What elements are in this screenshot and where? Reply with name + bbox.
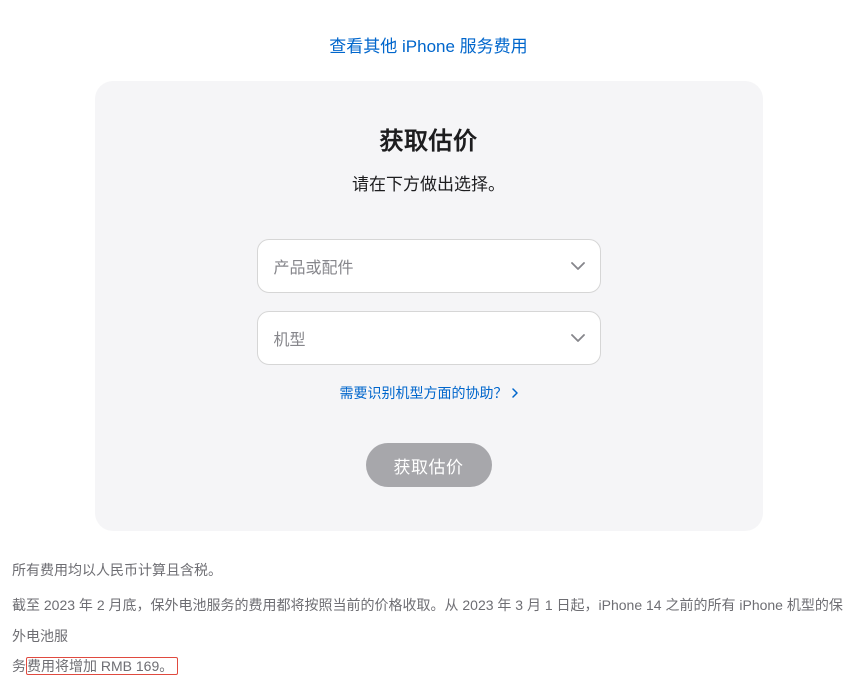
footer-note-1: 所有费用均以人民币计算且含税。 <box>12 555 845 586</box>
product-select-wrapper: 产品或配件 <box>257 239 601 293</box>
footer-note-2-part1: 截至 2023 年 2 月底，保外电池服务的费用都将按照当前的价格收取。从 20… <box>12 597 843 644</box>
card-title: 获取估价 <box>155 121 703 156</box>
identify-model-help-link[interactable]: 需要识别机型方面的协助？ <box>340 383 518 403</box>
model-select-placeholder: 机型 <box>274 326 306 350</box>
footer-note-2-prefix: 务 <box>12 658 26 674</box>
footer-note-2: 截至 2023 年 2 月底，保外电池服务的费用都将按照当前的价格收取。从 20… <box>12 590 845 682</box>
help-link-label: 需要识别机型方面的协助？ <box>340 383 508 403</box>
product-select-placeholder: 产品或配件 <box>274 254 354 278</box>
estimate-card: 获取估价 请在下方做出选择。 产品或配件 机型 需要识别机型方面的协助？ 获取估… <box>95 81 763 531</box>
model-select-wrapper: 机型 <box>257 311 601 365</box>
model-select[interactable]: 机型 <box>257 311 601 365</box>
help-link-container: 需要识别机型方面的协助？ <box>155 383 703 403</box>
other-services-link[interactable]: 查看其他 iPhone 服务费用 <box>329 37 527 56</box>
footer-notes: 所有费用均以人民币计算且含税。 截至 2023 年 2 月底，保外电池服务的费用… <box>0 531 857 682</box>
price-increase-highlight: 费用将增加 RMB 169。 <box>26 657 178 675</box>
chevron-right-icon <box>512 388 518 398</box>
card-subtitle: 请在下方做出选择。 <box>155 170 703 195</box>
product-select[interactable]: 产品或配件 <box>257 239 601 293</box>
top-link-container: 查看其他 iPhone 服务费用 <box>0 0 857 81</box>
get-estimate-button[interactable]: 获取估价 <box>366 443 492 487</box>
